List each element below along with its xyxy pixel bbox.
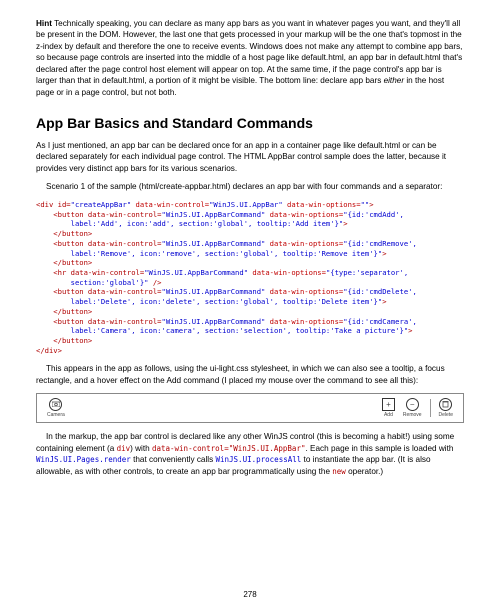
add-label: Add <box>384 412 393 419</box>
paragraph-4: In the markup, the app bar control is de… <box>36 431 464 477</box>
separator <box>430 399 431 417</box>
code-new: new <box>332 467 346 476</box>
appbar-figure: Camera + Add − Remove Delete <box>36 393 464 423</box>
delete-label: Delete <box>439 412 453 419</box>
code-block: <div id="createAppBar" data-win-control=… <box>36 200 464 356</box>
remove-icon: − <box>406 398 419 411</box>
hint-block: Hint Technically speaking, you can decla… <box>36 18 464 98</box>
code-render: WinJS.UI.Pages.render <box>36 455 131 464</box>
figure-right-group: + Add − Remove Delete <box>382 398 453 419</box>
paragraph-3: This appears in the app as follows, usin… <box>36 363 464 386</box>
camera-command: Camera <box>47 398 65 419</box>
add-command: + Add <box>382 398 395 419</box>
hint-either: either <box>384 76 404 85</box>
camera-icon <box>49 398 62 411</box>
paragraph-2: Scenario 1 of the sample (html/create-ap… <box>36 181 464 192</box>
camera-label: Camera <box>47 412 65 419</box>
code-div: div <box>117 444 131 453</box>
remove-command: − Remove <box>403 398 422 419</box>
add-icon: + <box>382 398 395 411</box>
figure-left-group: Camera <box>47 398 65 419</box>
section-heading: App Bar Basics and Standard Commands <box>36 114 464 134</box>
hint-label: Hint <box>36 19 52 28</box>
remove-label: Remove <box>403 412 422 419</box>
delete-command: Delete <box>439 398 453 419</box>
delete-icon <box>439 398 452 411</box>
page-number: 278 <box>0 589 500 600</box>
code-processall: WinJS.UI.processAll <box>215 455 301 464</box>
paragraph-1: As I just mentioned, an app bar can be d… <box>36 140 464 174</box>
code-attr: data-win-control="WinJS.UI.AppBar" <box>152 444 306 453</box>
